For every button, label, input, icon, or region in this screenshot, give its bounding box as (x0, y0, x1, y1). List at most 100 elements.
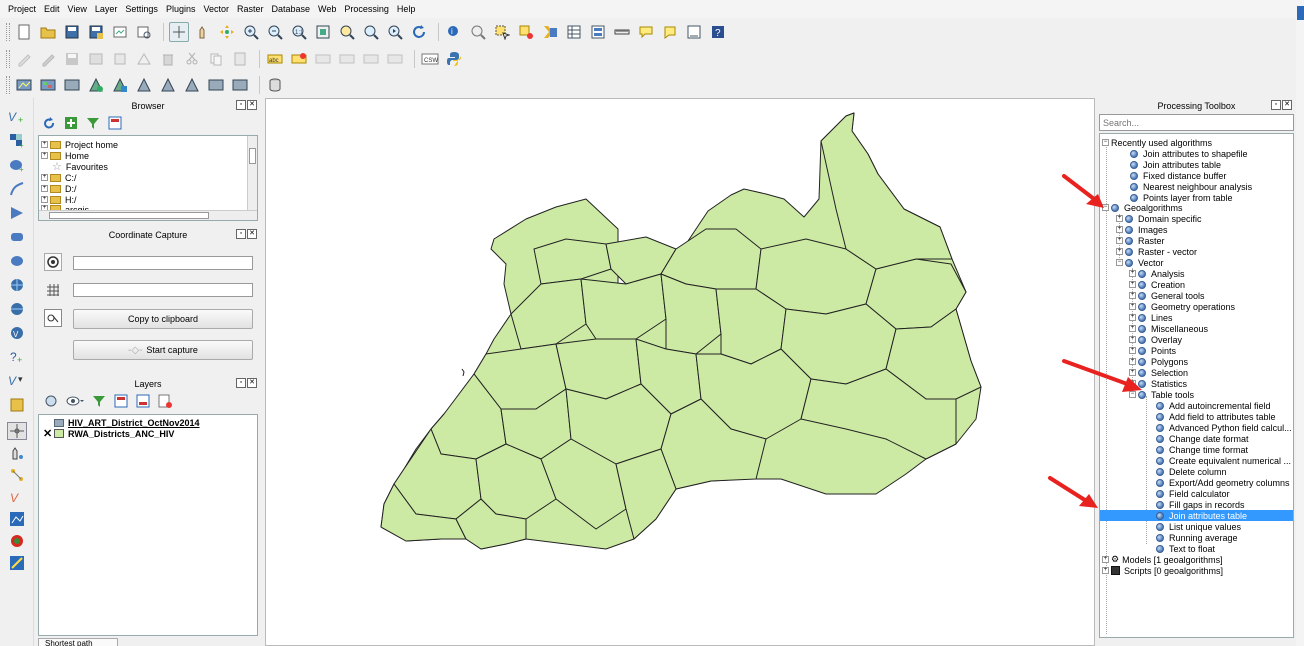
scroll-thumb[interactable] (249, 148, 256, 164)
copy-to-clipboard-button[interactable]: Copy to clipboard (73, 309, 253, 329)
close-panel-icon[interactable]: ✕ (247, 100, 257, 110)
provider-group[interactable]: + Raster - vector (1116, 246, 1197, 257)
add-oracle-layer-icon[interactable] (7, 228, 27, 246)
float-panel-icon[interactable]: ▫ (236, 100, 246, 110)
measure-icon[interactable] (468, 22, 488, 42)
rwanda-districts-map[interactable] (266, 99, 1096, 646)
expand-all-icon[interactable] (114, 394, 128, 408)
map-tips-icon[interactable] (588, 22, 608, 42)
float-panel-icon[interactable]: ▫ (1271, 100, 1281, 110)
filter-icon[interactable] (86, 116, 100, 130)
add-wms-layer-icon[interactable] (7, 276, 27, 294)
geoalgorithms-group[interactable]: − Geoalgorithms (1102, 202, 1183, 213)
provider-group[interactable]: − Vector (1116, 257, 1164, 268)
whats-this-icon[interactable]: ? (708, 22, 728, 42)
add-mssql-layer-icon[interactable] (7, 204, 27, 222)
menu-database[interactable]: Database (268, 4, 315, 14)
provider-group[interactable]: + Raster (1116, 235, 1165, 246)
algorithm-item[interactable]: Join attributes to shapefile (1130, 148, 1248, 159)
add-postgis-layer-icon[interactable] (62, 75, 82, 95)
capture-point-icon[interactable] (7, 444, 27, 462)
table-tool-item[interactable]: Fill gaps in records (1156, 499, 1245, 510)
table-tool-item[interactable]: Change time format (1156, 444, 1248, 455)
menu-settings[interactable]: Settings (121, 4, 162, 14)
rotate-label-icon[interactable] (361, 49, 381, 69)
move-label-icon[interactable] (337, 49, 357, 69)
coordinate-field-1[interactable] (73, 256, 253, 270)
new-print-composer-icon[interactable] (110, 22, 130, 42)
add-mssql-layer-icon[interactable] (110, 75, 130, 95)
float-panel-icon[interactable]: ▫ (236, 378, 246, 388)
show-labels-icon[interactable] (313, 49, 333, 69)
menu-project[interactable]: Project (4, 4, 40, 14)
tab-shortest-path[interactable]: Shortest path (38, 638, 118, 646)
vertical-scrollbar[interactable] (247, 136, 257, 210)
provider-group[interactable]: + Domain specific (1116, 213, 1202, 224)
table-tool-item[interactable]: Field calculator (1156, 488, 1230, 499)
menu-plugins[interactable]: Plugins (162, 4, 200, 14)
add-selected-layers-icon[interactable] (64, 116, 78, 130)
browser-item[interactable]: + H:/ (41, 194, 77, 205)
coordinate-field-2[interactable] (73, 283, 253, 297)
vector-geometry-icon[interactable]: V (7, 488, 27, 506)
select-features-icon[interactable] (492, 22, 512, 42)
add-raster-layer-icon[interactable]: + (7, 132, 27, 150)
cut-features-icon[interactable] (182, 49, 202, 69)
algorithm-item[interactable]: Nearest neighbour analysis (1130, 181, 1252, 192)
save-edits-icon[interactable] (62, 49, 82, 69)
layer-styling-icon[interactable] (44, 394, 58, 408)
menu-view[interactable]: View (64, 4, 91, 14)
raster-calculator-icon[interactable] (7, 510, 27, 528)
table-tool-item[interactable]: Export/Add geometry columns (1156, 477, 1290, 488)
table-tool-item[interactable]: Text to float (1156, 543, 1215, 554)
layer-item[interactable]: HIV_ART_District_OctNov2014 (43, 417, 200, 428)
layer-visibility-checkbox[interactable]: ✕ (43, 427, 52, 440)
georeferencer-icon[interactable] (7, 554, 27, 572)
zoom-in-icon[interactable] (217, 22, 237, 42)
add-vector-layer-icon[interactable] (14, 75, 34, 95)
current-edits-icon[interactable] (14, 49, 34, 69)
table-tool-item[interactable]: List unique values (1156, 521, 1241, 532)
pan-to-selection-icon[interactable] (193, 22, 213, 42)
add-raster-layer-icon[interactable] (38, 75, 58, 95)
vector-subgroup[interactable]: + Overlay (1129, 334, 1182, 345)
vector-subgroup[interactable]: + Geometry operations (1129, 301, 1235, 312)
add-wfs-layer-icon[interactable] (182, 75, 202, 95)
close-panel-icon[interactable]: ✕ (247, 378, 257, 388)
table-tool-item[interactable]: Add autoincremental field (1156, 400, 1271, 411)
algorithm-item[interactable]: Join attributes table (1130, 159, 1221, 170)
text-annotation-icon[interactable] (660, 22, 680, 42)
close-panel-icon[interactable]: ✕ (247, 229, 257, 239)
table-tool-item[interactable]: Create equivalent numerical ... (1156, 455, 1291, 466)
table-tool-item[interactable]: Running average (1156, 532, 1238, 543)
copy-features-icon[interactable] (206, 49, 226, 69)
track-mouse-button[interactable] (44, 309, 62, 327)
menu-processing[interactable]: Processing (340, 4, 393, 14)
csw-icon[interactable]: CSW (420, 49, 440, 69)
scroll-thumb[interactable] (49, 212, 209, 219)
add-wcs-layer-icon[interactable] (158, 75, 178, 95)
filter-legend-icon[interactable] (92, 394, 106, 408)
label-icon[interactable]: abc (265, 49, 285, 69)
browser-item[interactable]: + D:/ (41, 183, 77, 194)
open-project-icon[interactable] (38, 22, 58, 42)
deselect-icon[interactable] (516, 22, 536, 42)
models-group[interactable]: + ⚙ Models [1 geoalgorithms] (1102, 554, 1223, 565)
table-tool-item-selected[interactable]: Join attributes table (1100, 510, 1293, 521)
vector-subgroup[interactable]: + Points (1129, 345, 1176, 356)
save-as-icon[interactable] (86, 22, 106, 42)
toggle-editing-icon[interactable] (38, 49, 58, 69)
browser-item[interactable]: ☆ Favourites (52, 161, 108, 173)
crs-selector-button[interactable] (44, 253, 62, 271)
zoom-full-icon[interactable]: 1:1 (289, 22, 309, 42)
new-shapefile-icon[interactable]: V ▾ (7, 372, 27, 390)
new-project-icon[interactable] (14, 22, 34, 42)
menu-raster[interactable]: Raster (233, 4, 268, 14)
browser-item[interactable]: + Home (41, 150, 89, 161)
toolbar-handle[interactable] (6, 50, 10, 68)
add-postgis-layer-icon[interactable]: + (7, 156, 27, 174)
vector-subgroup[interactable]: + Creation (1129, 279, 1185, 290)
map-canvas[interactable] (265, 98, 1095, 646)
table-tool-item[interactable]: Add field to attributes table (1156, 411, 1276, 422)
vector-subgroup[interactable]: + General tools (1129, 290, 1205, 301)
